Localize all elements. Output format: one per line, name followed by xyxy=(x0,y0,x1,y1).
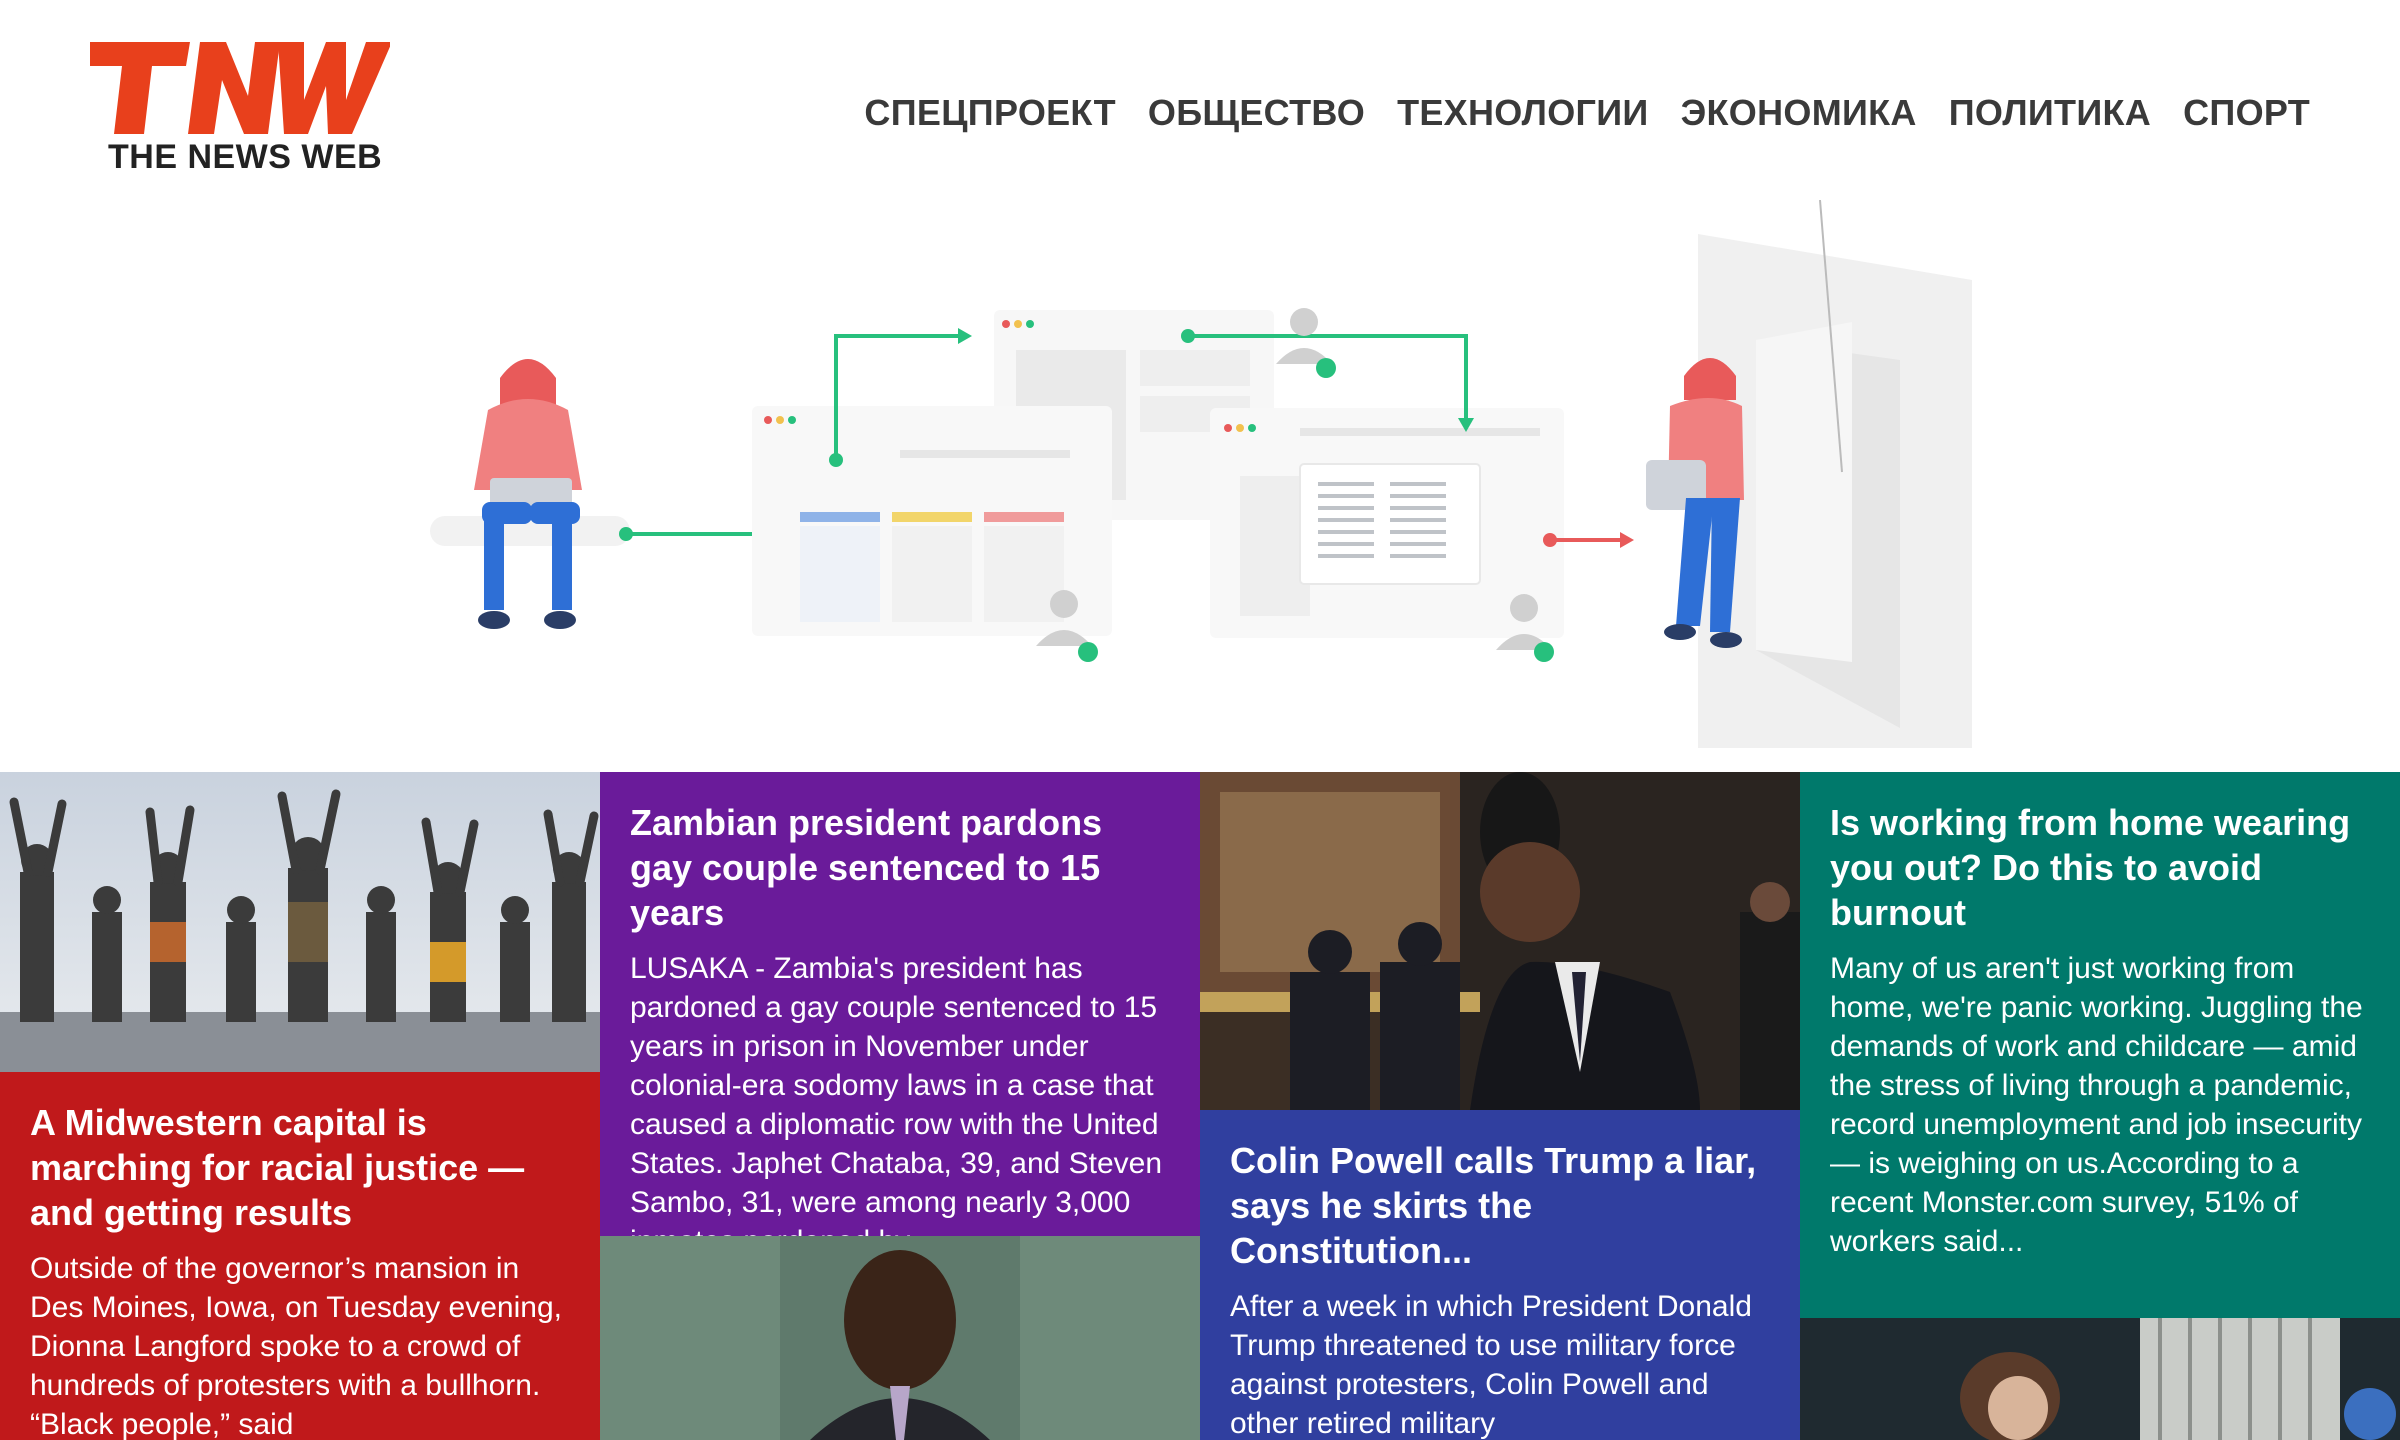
news-card-2-title[interactable]: Zambian president pardons gay couple sen… xyxy=(630,800,1170,935)
news-card-3-content: Colin Powell calls Trump a liar, says he… xyxy=(1200,1110,1800,1440)
news-card-3-excerpt: After a week in which President Donald T… xyxy=(1230,1290,1752,1440)
powell-photo[interactable] xyxy=(1200,772,1800,1110)
nav-item-sport[interactable]: СПОРТ xyxy=(2183,92,2310,134)
news-card-1-content: A Midwestern capital is marching for rac… xyxy=(0,1072,600,1440)
news-card-4[interactable]: Is working from home wearing you out? Do… xyxy=(1800,772,2400,1440)
news-card-4-title[interactable]: Is working from home wearing you out? Do… xyxy=(1830,800,2370,935)
news-card-4-excerpt: Many of us aren't just working from home… xyxy=(1830,952,2363,1258)
news-card-2[interactable]: Zambian president pardons gay couple sen… xyxy=(600,772,1200,1440)
site-logo[interactable]: THE NEWS WEB xyxy=(90,38,400,188)
workflow-illustration xyxy=(430,200,1972,748)
president-photo[interactable] xyxy=(600,1236,1200,1440)
news-card-1-excerpt: Outside of the governor’s mansion in Des… xyxy=(30,1252,562,1440)
protest-photo[interactable] xyxy=(0,772,600,1072)
site-header: THE NEWS WEB СПЕЦПРОЕКТ ОБЩЕСТВО ТЕХНОЛО… xyxy=(0,0,2400,200)
nav-item-technology[interactable]: ТЕХНОЛОГИИ xyxy=(1397,92,1649,134)
news-card-4-content: Is working from home wearing you out? Do… xyxy=(1800,772,2400,1318)
news-card-3[interactable]: Colin Powell calls Trump a liar, says he… xyxy=(1200,772,1800,1440)
news-card-3-title[interactable]: Colin Powell calls Trump a liar, says he… xyxy=(1230,1138,1770,1273)
logo-text: THE NEWS WEB xyxy=(108,138,383,176)
nav-item-economy[interactable]: ЭКОНОМИКА xyxy=(1681,92,1917,134)
logo-mark xyxy=(90,42,390,134)
nav-item-society[interactable]: ОБЩЕСТВО xyxy=(1148,92,1365,134)
home-worker-photo[interactable] xyxy=(1800,1318,2400,1440)
news-card-1[interactable]: A Midwestern capital is marching for rac… xyxy=(0,772,600,1440)
main-nav: СПЕЦПРОЕКТ ОБЩЕСТВО ТЕХНОЛОГИИ ЭКОНОМИКА… xyxy=(864,92,2310,134)
news-card-2-content: Zambian president pardons gay couple sen… xyxy=(600,772,1200,1258)
news-grid: A Midwestern capital is marching for rac… xyxy=(0,772,2400,1440)
nav-item-politics[interactable]: ПОЛИТИКА xyxy=(1949,92,2151,134)
news-card-1-title[interactable]: A Midwestern capital is marching for rac… xyxy=(30,1100,570,1235)
hero-banner xyxy=(0,200,2400,772)
nav-item-specproject[interactable]: СПЕЦПРОЕКТ xyxy=(864,92,1115,134)
news-card-2-excerpt: LUSAKA - Zambia's president has pardoned… xyxy=(630,952,1163,1258)
